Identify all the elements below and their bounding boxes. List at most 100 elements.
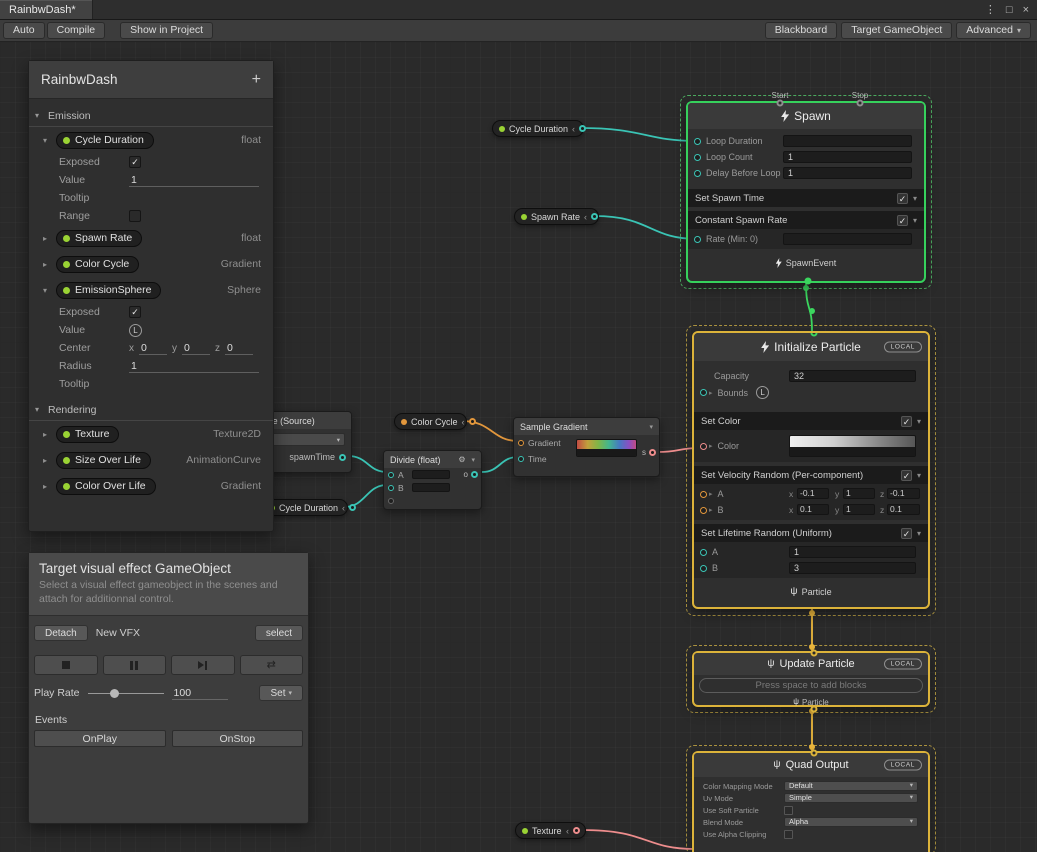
chevron-right-icon[interactable]: ▸	[709, 389, 713, 397]
param-color-cycle[interactable]: ▸ Color Cycle Gradient	[29, 251, 273, 277]
radius-field[interactable]: 1	[129, 359, 259, 373]
quad-node-header[interactable]: ψ Quad Output LOCAL	[694, 753, 928, 777]
sample-output[interactable]: s	[642, 448, 656, 457]
local-space-badge[interactable]: L	[129, 324, 142, 337]
initialize-context-node[interactable]: Initialize Particle LOCAL Capacity 32 ▸ …	[692, 331, 930, 609]
float-input-port[interactable]	[694, 236, 701, 243]
gradient-input-port[interactable]	[518, 440, 524, 446]
update-node-header[interactable]: ψ Update Particle LOCAL	[694, 653, 928, 675]
sample-gradient-header[interactable]: Sample Gradient ▾	[514, 418, 659, 435]
play-rate-slider[interactable]	[88, 687, 164, 699]
color-mapping-dropdown[interactable]: Default▾	[784, 781, 918, 791]
float-input-port[interactable]	[700, 565, 707, 572]
particle-output[interactable]: ψ Particle	[694, 582, 928, 602]
chevron-right-icon[interactable]: ▸	[709, 490, 713, 498]
set-rate-button[interactable]: Set▾	[259, 685, 303, 701]
category-rendering[interactable]: ▾ Rendering	[29, 399, 273, 421]
gradient-preview-field[interactable]	[576, 439, 637, 457]
collapse-icon[interactable]: ‹	[572, 124, 575, 134]
output-port[interactable]	[469, 418, 476, 425]
chevron-down-icon[interactable]: ▾	[35, 405, 48, 414]
spawn-context-node[interactable]: Start Stop Spawn Loop Duration Loop Coun…	[686, 101, 926, 283]
local-space-badge[interactable]: L	[756, 386, 769, 399]
float-input-port[interactable]	[694, 154, 701, 161]
time-input-port[interactable]	[518, 456, 524, 462]
collapse-icon[interactable]: ‹	[566, 826, 569, 836]
compile-button[interactable]: Compile	[47, 22, 106, 39]
z-field[interactable]: 0.1	[887, 504, 920, 515]
chevron-right-icon[interactable]: ▸	[43, 456, 56, 465]
divide-node[interactable]: Divide (float) ⚙ ▾ A o B	[383, 450, 482, 510]
param-color-over-life[interactable]: ▸ Color Over Life Gradient	[29, 473, 273, 499]
constant-spawn-rate-block[interactable]: Constant Spawn Rate ✓ ▾	[688, 211, 924, 229]
enabled-checkbox[interactable]: ✓	[897, 215, 908, 226]
chevron-down-icon[interactable]: ▾	[43, 286, 56, 295]
set-lifetime-random-block[interactable]: Set Lifetime Random (Uniform) ✓ ▾	[694, 524, 928, 542]
spawn-event-output[interactable]: SpawnEvent	[688, 253, 924, 273]
chevron-right-icon[interactable]: ▸	[43, 234, 56, 243]
update-context-node[interactable]: ψ Update Particle LOCAL Press space to a…	[692, 651, 930, 707]
divide-node-header[interactable]: Divide (float) ⚙ ▾	[384, 451, 481, 468]
spawn-output-port[interactable]	[805, 278, 812, 285]
category-emission[interactable]: ▾ Emission	[29, 105, 273, 127]
quad-output-context-node[interactable]: ψ Quad Output LOCAL Color Mapping Mode D…	[692, 751, 930, 852]
blackboard-toggle-button[interactable]: Blackboard	[765, 22, 838, 39]
spawn-start-port[interactable]	[777, 100, 784, 107]
quad-input-port[interactable]	[811, 750, 818, 757]
onstop-button[interactable]: OnStop	[172, 730, 304, 747]
param-node-cycle-duration[interactable]: Cycle Duration ‹	[492, 120, 584, 137]
add-input-port[interactable]	[388, 498, 394, 504]
enabled-checkbox[interactable]: ✓	[901, 470, 912, 481]
select-button[interactable]: select	[255, 625, 303, 641]
center-y-field[interactable]: 0	[182, 341, 210, 355]
advanced-dropdown-button[interactable]: Advanced▾	[956, 22, 1031, 39]
restart-button[interactable]: ⇄	[240, 655, 304, 675]
vector-input-port[interactable]	[700, 491, 707, 498]
chevron-right-icon[interactable]: ▸	[43, 482, 56, 491]
param-texture[interactable]: ▸ Texture Texture2D	[29, 421, 273, 447]
param-node-color-cycle[interactable]: Color Cycle ‹	[394, 413, 467, 430]
b-input-port[interactable]	[388, 485, 394, 491]
set-velocity-random-block[interactable]: Set Velocity Random (Per-component) ✓ ▾	[694, 466, 928, 484]
float-input-port[interactable]	[694, 138, 701, 145]
set-color-block[interactable]: Set Color ✓ ▾	[694, 412, 928, 430]
window-tab[interactable]: RainbwDash*	[0, 0, 93, 19]
chevron-right-icon[interactable]: ▸	[709, 442, 713, 450]
chevron-down-icon[interactable]: ▾	[35, 111, 48, 120]
divide-output[interactable]: o	[464, 470, 478, 479]
use-alpha-clipping-checkbox[interactable]	[784, 830, 793, 839]
chevron-down-icon[interactable]: ▾	[917, 471, 921, 480]
onplay-button[interactable]: OnPlay	[34, 730, 166, 747]
step-button[interactable]	[171, 655, 235, 675]
chevron-down-icon[interactable]: ▾	[917, 417, 921, 426]
x-field[interactable]: 0.1	[797, 504, 829, 515]
color-input-port[interactable]	[700, 443, 707, 450]
center-z-field[interactable]: 0	[225, 341, 253, 355]
initialize-node-header[interactable]: Initialize Particle LOCAL	[694, 333, 928, 361]
param-spawn-rate[interactable]: ▸ Spawn Rate float	[29, 225, 273, 251]
chevron-down-icon[interactable]: ▾	[471, 456, 475, 464]
blend-mode-dropdown[interactable]: Alpha▾	[784, 817, 918, 827]
spawn-node-header[interactable]: Spawn	[688, 103, 924, 129]
output-port[interactable]	[591, 213, 598, 220]
a-input-port[interactable]	[388, 472, 394, 478]
vector-input-port[interactable]	[700, 507, 707, 514]
set-spawn-time-block[interactable]: Set Spawn Time ✓ ▾	[688, 189, 924, 207]
target-gameobject-toggle-button[interactable]: Target GameObject	[841, 22, 952, 39]
range-checkbox[interactable]	[129, 210, 141, 222]
enabled-checkbox[interactable]: ✓	[901, 416, 912, 427]
close-icon[interactable]: ×	[1023, 4, 1029, 16]
param-node-cycle-duration-2[interactable]: Cycle Duration ‹	[262, 499, 348, 516]
float-input-port[interactable]	[700, 549, 707, 556]
b-field[interactable]	[412, 483, 450, 492]
enabled-checkbox[interactable]: ✓	[897, 193, 908, 204]
collapse-icon[interactable]: ‹	[342, 503, 345, 513]
param-cycle-duration[interactable]: ▾ Cycle Duration float	[29, 127, 273, 153]
a-field[interactable]	[412, 470, 450, 479]
collapse-icon[interactable]: ‹	[462, 417, 465, 427]
lifetime-a-field[interactable]: 1	[789, 546, 916, 558]
lifetime-b-field[interactable]: 3	[789, 562, 916, 574]
chevron-down-icon[interactable]: ▾	[43, 136, 56, 145]
output-port[interactable]	[649, 449, 656, 456]
y-field[interactable]: 1	[843, 504, 875, 515]
